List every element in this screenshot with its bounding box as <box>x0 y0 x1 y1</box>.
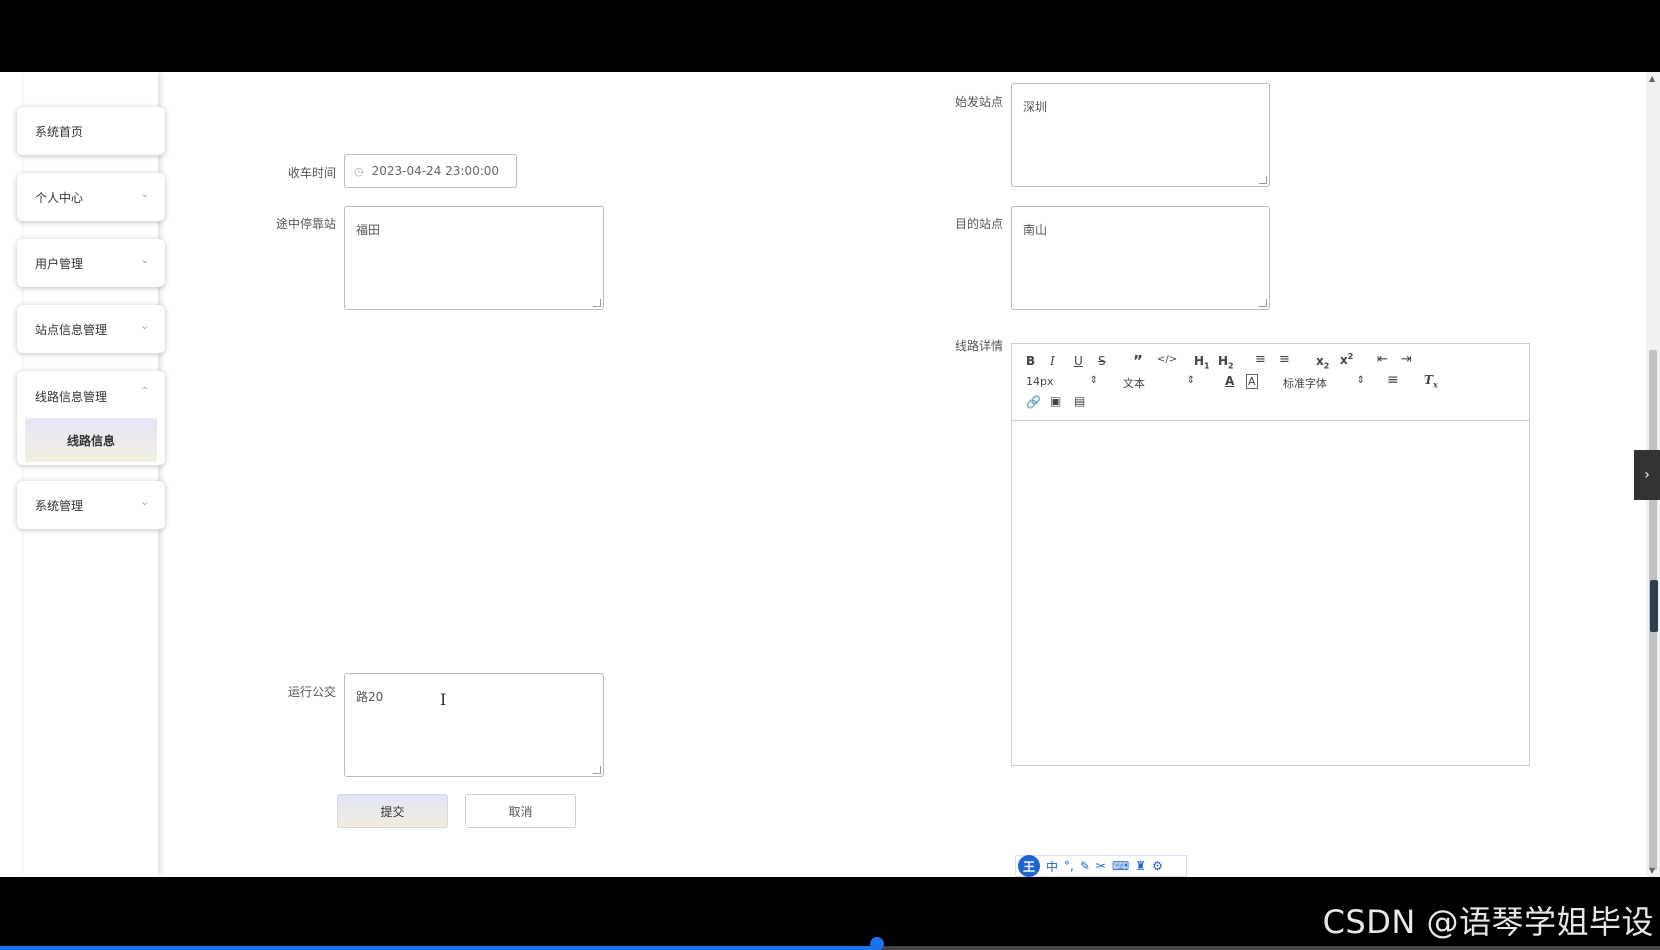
sidebar-item-label: 线路信息管理 <box>35 390 108 404</box>
letterbox-top <box>0 0 1660 72</box>
rich-text-editor: B I U S ” </> H1 H2 ≡ ≡ x2 x2 ⇤ ⇥ 14px ⇕… <box>1011 343 1530 766</box>
strikethrough-icon[interactable]: S <box>1098 354 1106 368</box>
sidebar-item-personal[interactable]: 个人中心 ⌄ <box>17 173 165 221</box>
sidebar-item-label: 站点信息管理 <box>35 322 108 337</box>
sidebar-subitem-route-info[interactable]: 线路信息 <box>25 418 157 462</box>
bus-value: 路20 <box>356 690 384 704</box>
resize-grip-icon[interactable] <box>1259 176 1267 184</box>
italic-icon[interactable]: I <box>1050 354 1055 368</box>
sidebar-item-stations[interactable]: 站点信息管理 ⌄ <box>17 305 165 353</box>
stops-textarea[interactable]: 福田 <box>344 206 604 310</box>
video-icon[interactable]: ▤ <box>1074 394 1085 408</box>
chevron-down-icon: ⌄ <box>140 497 149 508</box>
stops-label: 途中停靠站 <box>275 217 336 231</box>
ordered-list-icon[interactable]: ≡ <box>1255 352 1266 367</box>
destination-value: 南山 <box>1023 223 1048 237</box>
bold-icon[interactable]: B <box>1026 354 1035 368</box>
text-cursor-icon: I <box>440 690 447 709</box>
background-color-icon[interactable]: A <box>1246 374 1258 389</box>
header-1-icon[interactable]: H1 <box>1194 354 1210 370</box>
bus-textarea[interactable]: 路20 <box>344 673 604 777</box>
font-family-value: 标准字体 <box>1283 377 1327 390</box>
watermark: CSDN @语琴学姐毕设 <box>1322 903 1654 941</box>
font-family-select[interactable]: 标准字体 ⇕ <box>1283 375 1365 391</box>
font-color-icon[interactable]: A <box>1225 374 1234 388</box>
details-label: 线路详情 <box>954 339 1003 353</box>
destination-label: 目的站点 <box>954 217 1003 231</box>
sidebar-item-system[interactable]: 系统管理 ⌄ <box>17 481 165 529</box>
sidebar-item-label: 个人中心 <box>35 190 84 205</box>
side-widget-handle[interactable] <box>1650 580 1658 632</box>
ime-mode-toggle[interactable]: 中 <box>1046 858 1058 875</box>
start-station-textarea[interactable]: 深圳 <box>1011 83 1270 187</box>
font-size-value: 14px <box>1026 375 1054 388</box>
scissors-icon[interactable]: ✂ <box>1096 859 1106 873</box>
chevron-down-icon: ⌄ <box>140 255 149 266</box>
code-block-icon[interactable]: </> <box>1157 354 1177 365</box>
gear-icon[interactable]: ⚙ <box>1152 859 1163 873</box>
chevron-down-icon: ⌄ <box>140 321 149 332</box>
link-icon[interactable]: 🔗 <box>1026 395 1041 409</box>
start-station-label: 始发站点 <box>954 95 1003 109</box>
superscript-icon[interactable]: x2 <box>1340 352 1353 367</box>
skin-icon[interactable]: ♜ <box>1135 859 1146 873</box>
sidebar-item-routes[interactable]: 线路信息管理 ⌃ 线路信息 <box>17 371 165 465</box>
underline-icon[interactable]: U <box>1074 354 1083 368</box>
stops-value: 福田 <box>356 223 381 237</box>
indent-icon[interactable]: ⇥ <box>1401 352 1412 367</box>
ime-logo-icon[interactable]: 王 <box>1018 855 1040 877</box>
video-progress-fill <box>0 946 877 950</box>
video-progress-knob[interactable] <box>870 937 884 950</box>
browser-viewport: 系统首页 个人中心 ⌄ 用户管理 ⌄ 站点信息管理 ⌄ 线路信息管理 ⌃ 线路信… <box>0 72 1660 877</box>
align-left-icon[interactable]: ≡ <box>1387 372 1399 388</box>
bullet-list-icon[interactable]: ≡ <box>1279 352 1290 367</box>
editor-content[interactable] <box>1012 421 1529 765</box>
cancel-button[interactable]: 取消 <box>465 794 576 828</box>
sidebar-subitem-label: 线路信息 <box>66 433 115 448</box>
editor-toolbar: B I U S ” </> H1 H2 ≡ ≡ x2 x2 ⇤ ⇥ 14px ⇕… <box>1012 344 1529 421</box>
resize-grip-icon[interactable] <box>1259 299 1267 307</box>
scroll-down-icon[interactable]: ▼ <box>1649 866 1655 875</box>
font-size-select[interactable]: 14px ⇕ <box>1026 375 1098 388</box>
resize-grip-icon[interactable] <box>593 766 601 774</box>
resize-grip-icon[interactable] <box>593 299 601 307</box>
side-panel-toggle[interactable]: › <box>1634 450 1660 500</box>
pen-icon[interactable]: ✎ <box>1080 859 1090 873</box>
chevron-up-icon: ⌃ <box>140 386 149 397</box>
image-icon[interactable]: ▣ <box>1050 394 1061 408</box>
punctuation-icon[interactable]: °, <box>1064 859 1074 873</box>
scroll-up-icon[interactable]: ▲ <box>1649 74 1655 83</box>
chevron-right-icon: › <box>1644 467 1650 483</box>
bus-label: 运行公交 <box>287 685 336 699</box>
ime-toolbar: 王 中 °, ✎ ✂ ⌨ ♜ ⚙ <box>1015 855 1187 877</box>
header-2-icon[interactable]: H2 <box>1218 354 1234 370</box>
sidebar-item-users[interactable]: 用户管理 ⌄ <box>17 239 165 287</box>
chevron-down-icon: ⌄ <box>140 189 149 200</box>
sidebar-item-home[interactable]: 系统首页 <box>17 107 165 155</box>
select-arrows-icon: ⇕ <box>1186 375 1195 386</box>
block-type-select[interactable]: 文本 ⇕ <box>1123 375 1195 391</box>
end-time-value: 2023-04-24 23:00:00 <box>371 164 500 178</box>
sidebar-item-label: 系统管理 <box>35 498 84 513</box>
submit-button[interactable]: 提交 <box>337 794 448 828</box>
clock-icon: ◷ <box>354 164 364 178</box>
start-station-value: 深圳 <box>1023 100 1048 114</box>
sidebar-item-label: 用户管理 <box>35 256 84 271</box>
block-type-value: 文本 <box>1123 377 1145 390</box>
outdent-icon[interactable]: ⇤ <box>1377 352 1388 367</box>
keyboard-icon[interactable]: ⌨ <box>1112 859 1129 873</box>
select-arrows-icon: ⇕ <box>1356 375 1365 386</box>
destination-textarea[interactable]: 南山 <box>1011 206 1270 310</box>
blockquote-icon[interactable]: ” <box>1133 352 1143 370</box>
subscript-icon[interactable]: x2 <box>1316 354 1329 370</box>
end-time-input[interactable]: ◷ 2023-04-24 23:00:00 <box>344 154 517 188</box>
clear-format-icon[interactable]: Tx <box>1424 373 1438 389</box>
sidebar-item-label: 系统首页 <box>35 124 84 139</box>
end-time-label: 收车时间 <box>287 166 336 180</box>
select-arrows-icon: ⇕ <box>1089 375 1098 386</box>
